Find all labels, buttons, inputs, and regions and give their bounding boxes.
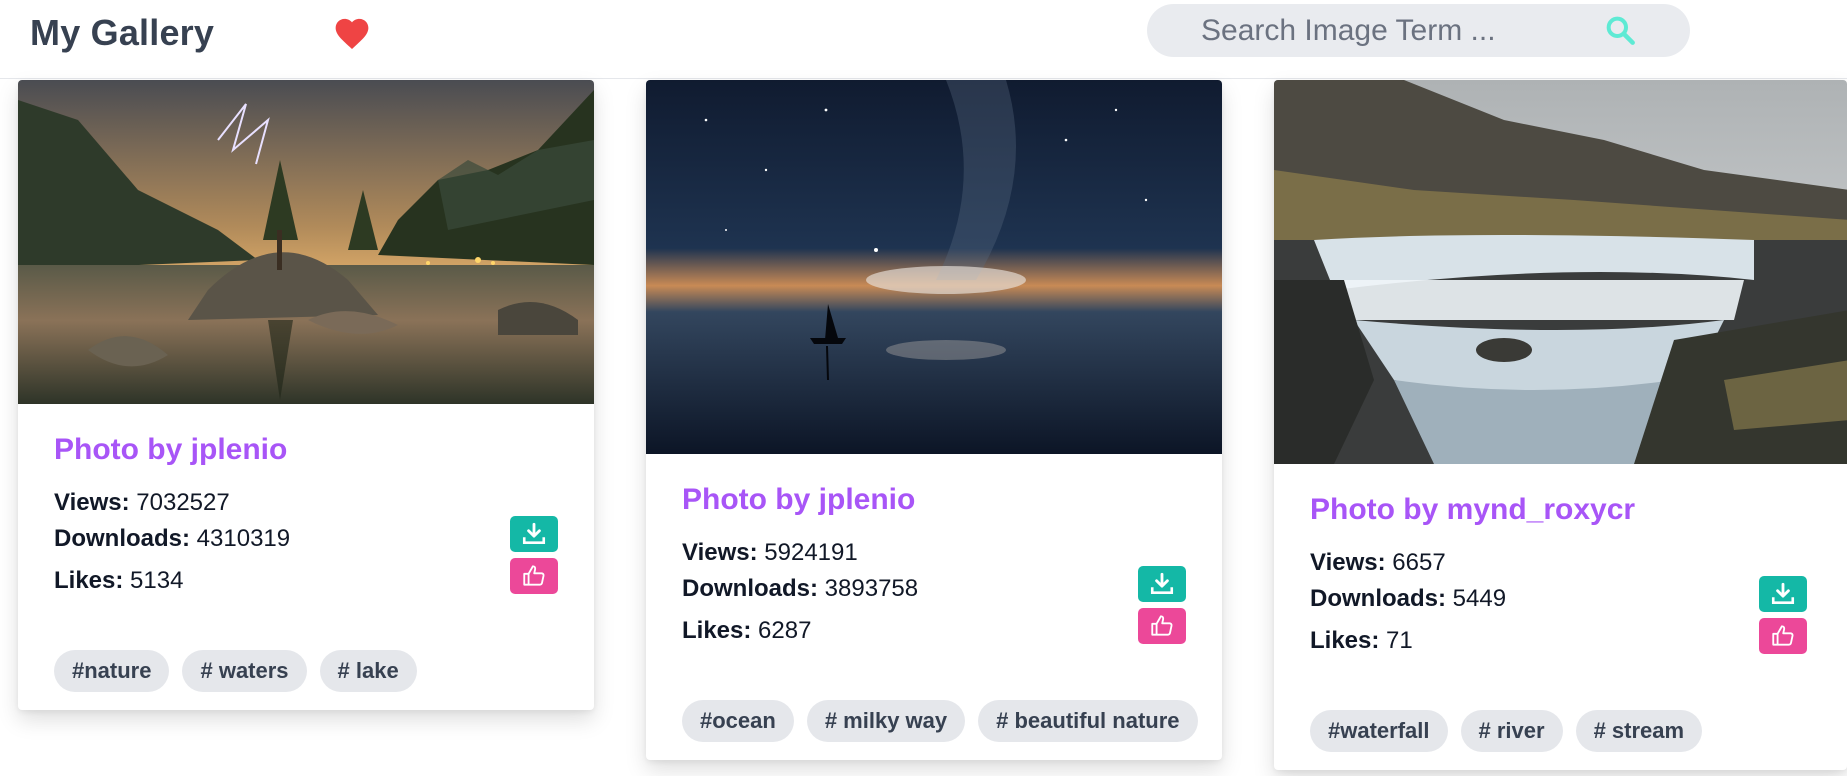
- card-body: Photo by jplenio Views: 7032527 Download…: [54, 432, 558, 710]
- tag-chip[interactable]: #waterfall: [1310, 710, 1448, 752]
- downloads-label: Downloads:: [54, 525, 190, 552]
- downloads-stat: Downloads: 3893758: [682, 574, 918, 604]
- top-bar: My Gallery: [0, 0, 1847, 79]
- tag-chip[interactable]: # stream: [1575, 710, 1703, 752]
- likes-value: 5134: [130, 567, 184, 594]
- tag-chip[interactable]: # lake: [319, 650, 417, 692]
- heart-icon[interactable]: [332, 14, 372, 50]
- download-button[interactable]: [1759, 576, 1807, 612]
- app-title[interactable]: My Gallery: [30, 12, 214, 54]
- search-icon[interactable]: [1604, 14, 1636, 46]
- likes-label: Likes:: [1310, 627, 1380, 654]
- search-input[interactable]: [1201, 4, 1601, 57]
- download-icon: [1771, 582, 1795, 604]
- likes-label: Likes:: [682, 617, 752, 644]
- downloads-label: Downloads:: [1310, 585, 1446, 612]
- card-body: Photo by mynd_roxycr Views: 6657 Downloa…: [1310, 492, 1807, 770]
- likes-value: 71: [1386, 627, 1413, 654]
- likes-stat: Likes: 6287: [682, 616, 811, 646]
- tag-chip[interactable]: #nature: [54, 650, 170, 692]
- downloads-value: 4310319: [196, 525, 291, 552]
- thumbs-up-icon: [1772, 625, 1794, 646]
- views-label: Views:: [54, 489, 130, 516]
- photo-image[interactable]: [1274, 80, 1847, 464]
- downloads-label: Downloads:: [682, 575, 818, 602]
- views-value: 6657: [1392, 549, 1446, 576]
- photo-card: Photo by mynd_roxycr Views: 6657 Downloa…: [1274, 80, 1847, 770]
- tag-list: #nature # waters # lake: [54, 650, 417, 692]
- tag-chip[interactable]: # waters: [182, 650, 307, 692]
- tag-chip[interactable]: # beautiful nature: [978, 700, 1198, 742]
- views-stat: Views: 5924191: [682, 538, 858, 568]
- download-button[interactable]: [510, 516, 558, 552]
- downloads-stat: Downloads: 4310319: [54, 524, 290, 554]
- views-stat: Views: 6657: [1310, 548, 1446, 578]
- views-label: Views:: [682, 539, 758, 566]
- like-button[interactable]: [510, 558, 558, 594]
- card-body: Photo by jplenio Views: 5924191 Download…: [682, 482, 1198, 760]
- photo-image[interactable]: [18, 80, 594, 404]
- likes-stat: Likes: 71: [1310, 626, 1413, 656]
- likes-value: 6287: [758, 617, 812, 644]
- photo-card: Photo by jplenio Views: 7032527 Download…: [18, 80, 594, 710]
- photo-image[interactable]: [646, 80, 1222, 454]
- tag-chip[interactable]: # milky way: [806, 700, 966, 742]
- views-stat: Views: 7032527: [54, 488, 230, 518]
- likes-stat: Likes: 5134: [54, 566, 183, 596]
- tag-list: #waterfall # river # stream: [1310, 710, 1703, 752]
- downloads-value: 3893758: [824, 575, 919, 602]
- likes-label: Likes:: [54, 567, 124, 594]
- like-button[interactable]: [1759, 618, 1807, 654]
- tag-chip[interactable]: # river: [1460, 710, 1563, 752]
- like-button[interactable]: [1138, 608, 1186, 644]
- photo-author[interactable]: Photo by mynd_roxycr: [1310, 492, 1807, 528]
- thumbs-up-icon: [523, 565, 545, 586]
- views-value: 7032527: [136, 489, 230, 516]
- tag-list: #ocean # milky way # beautiful nature: [682, 700, 1198, 742]
- photo-card: Photo by jplenio Views: 5924191 Download…: [646, 80, 1222, 760]
- tag-chip[interactable]: #ocean: [682, 700, 794, 742]
- photo-author[interactable]: Photo by jplenio: [54, 432, 558, 468]
- downloads-value: 5449: [1452, 585, 1507, 612]
- download-icon: [522, 522, 546, 544]
- download-button[interactable]: [1138, 566, 1186, 602]
- views-value: 5924191: [764, 539, 858, 566]
- thumbs-up-icon: [1151, 615, 1173, 636]
- photo-author[interactable]: Photo by jplenio: [682, 482, 1186, 518]
- views-label: Views:: [1310, 549, 1386, 576]
- download-icon: [1150, 572, 1174, 594]
- downloads-stat: Downloads: 5449: [1310, 584, 1506, 614]
